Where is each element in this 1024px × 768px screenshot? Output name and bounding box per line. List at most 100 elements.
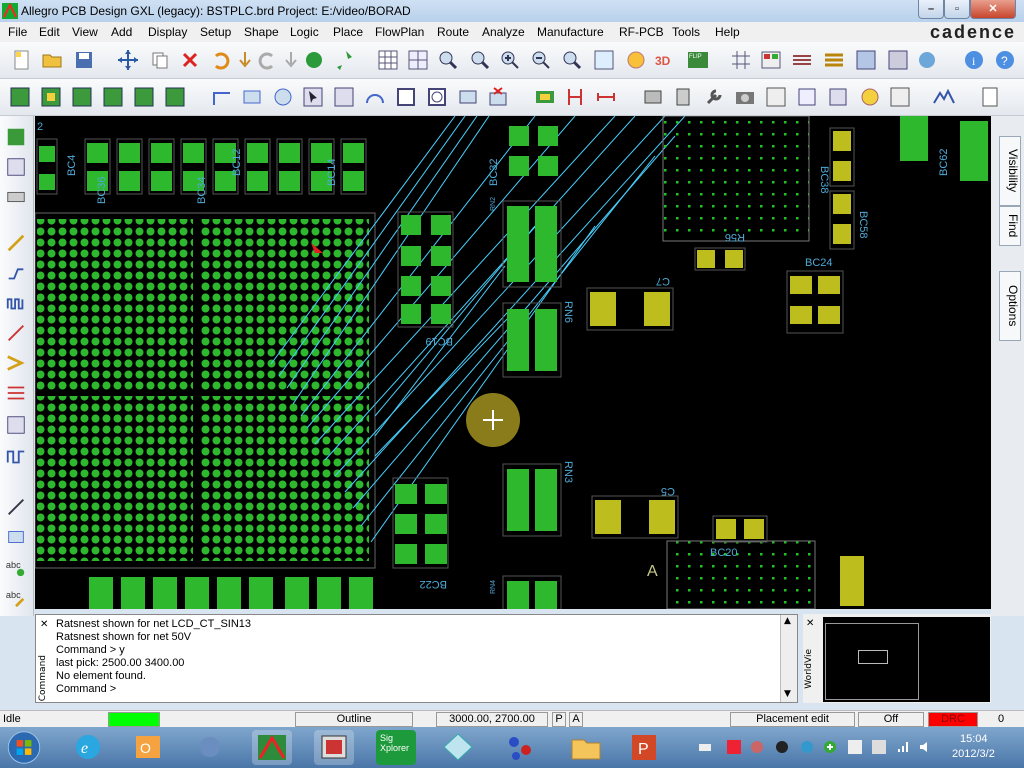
grid-snap-icon[interactable] (406, 48, 430, 72)
menu-view[interactable]: View (72, 25, 98, 39)
cm-icon[interactable] (854, 48, 878, 72)
menu-edit[interactable]: Edit (39, 25, 60, 39)
line-icon[interactable] (210, 85, 234, 109)
zoom-window-icon[interactable] (468, 48, 492, 72)
add-text-icon[interactable]: abc (5, 556, 27, 578)
menu-file[interactable]: File (8, 25, 27, 39)
arrow-down-gray-icon[interactable] (279, 48, 303, 72)
fanout-icon[interactable] (5, 126, 27, 148)
add-rect-icon[interactable] (5, 526, 27, 548)
menu-help[interactable]: Help (715, 25, 740, 39)
measure-icon[interactable] (594, 85, 618, 109)
filter-state[interactable]: Off (858, 712, 924, 727)
board-icon-2[interactable] (39, 85, 63, 109)
testpoint-icon[interactable] (858, 85, 882, 109)
add-line-icon[interactable] (5, 496, 27, 518)
allegro-taskbar-icon[interactable] (252, 730, 292, 765)
start-button[interactable] (4, 729, 44, 766)
command-console[interactable]: ✕ Command Ratsnest shown for net LCD_CT_… (35, 614, 798, 703)
menu-rf-pcb[interactable]: RF-PCB (619, 25, 664, 39)
edit-shape-icon[interactable] (456, 85, 480, 109)
viewer-icon[interactable] (438, 730, 478, 765)
custom-smooth-icon[interactable] (5, 322, 27, 344)
scroll-down-icon[interactable]: ▼ (784, 689, 791, 699)
edit-text-icon[interactable]: abc (5, 586, 27, 608)
menu-tools[interactable]: Tools (672, 25, 700, 39)
minimize-button[interactable]: – (918, 0, 944, 19)
console-scrollbar[interactable]: ▲ ▼ (780, 615, 797, 702)
delete-shape-icon[interactable] (486, 85, 510, 109)
menu-logic[interactable]: Logic (290, 25, 319, 39)
zoom-previous-icon[interactable] (560, 48, 584, 72)
pcb-board-view[interactable]: 2 BC4 BC36 BC34 BC12 BC14 BC32 BC38 BC58… (35, 116, 991, 609)
green-sphere-icon[interactable] (302, 48, 326, 72)
sigxplorer-icon[interactable]: Sig Xplorer (376, 730, 416, 765)
close-button[interactable]: ✕ (970, 0, 1016, 19)
menu-flowplan[interactable]: FlowPlan (375, 25, 424, 39)
pick-button[interactable]: P (552, 712, 566, 727)
package-icon[interactable] (641, 85, 665, 109)
new-file-icon[interactable] (10, 48, 34, 72)
design-canvas[interactable]: 2 BC4 BC36 BC34 BC12 BC14 BC32 BC38 BC58… (35, 116, 991, 609)
info-icon[interactable]: i (962, 48, 986, 72)
scroll-up-icon[interactable]: ▲ (784, 616, 791, 626)
flip-design-icon[interactable]: FLIP (686, 48, 710, 72)
shape-icon[interactable] (332, 85, 356, 109)
netviz-icon[interactable] (500, 730, 540, 765)
component-icon[interactable] (671, 85, 695, 109)
device-icon[interactable] (872, 740, 886, 754)
place-icon[interactable] (795, 85, 819, 109)
wrench-icon[interactable] (702, 85, 726, 109)
stack-icon[interactable] (822, 48, 846, 72)
ie-icon[interactable]: e (68, 730, 108, 765)
pin-icon[interactable] (331, 48, 355, 72)
undo-icon[interactable] (208, 48, 232, 72)
qq-icon[interactable] (775, 740, 789, 754)
board-icon-4[interactable] (101, 85, 125, 109)
unrats-icon[interactable] (5, 156, 27, 178)
menu-manufacture[interactable]: Manufacture (537, 25, 604, 39)
volume-icon[interactable] (918, 740, 932, 754)
menu-setup[interactable]: Setup (200, 25, 231, 39)
menu-route[interactable]: Route (437, 25, 469, 39)
select-icon[interactable] (301, 85, 325, 109)
maximize-button[interactable]: ▫ (944, 0, 970, 19)
worldview-map[interactable] (823, 617, 990, 702)
board-icon-3[interactable] (70, 85, 94, 109)
rectangle-icon[interactable] (240, 85, 264, 109)
arc-icon[interactable] (363, 85, 387, 109)
board-icon-1[interactable] (8, 85, 32, 109)
circle-icon[interactable] (271, 85, 295, 109)
3d-view-icon[interactable]: 3D (654, 48, 678, 72)
arrow-down-icon[interactable] (233, 48, 257, 72)
layers-icon[interactable] (790, 48, 814, 72)
camera-icon[interactable] (733, 85, 757, 109)
remote-icon[interactable] (190, 730, 230, 765)
swap-icon[interactable] (826, 85, 850, 109)
tray-app-icon[interactable] (750, 740, 764, 754)
tab-visibility[interactable]: Visibility (999, 136, 1021, 206)
redo-icon[interactable] (256, 48, 280, 72)
via-array-icon[interactable] (888, 85, 912, 109)
outlook-icon[interactable]: O (128, 730, 168, 765)
web-icon[interactable] (915, 48, 939, 72)
vertex-icon[interactable] (5, 352, 27, 374)
dimension-icon[interactable] (563, 85, 587, 109)
board-icon-5[interactable] (132, 85, 156, 109)
menu-shape[interactable]: Shape (244, 25, 279, 39)
s-icon[interactable] (727, 740, 741, 754)
network-icon[interactable] (896, 740, 910, 754)
move-icon[interactable] (116, 48, 140, 72)
via-icon[interactable] (5, 414, 27, 436)
dfa-icon[interactable] (886, 48, 910, 72)
void-rect-icon[interactable] (394, 85, 418, 109)
text-icon[interactable] (533, 85, 557, 109)
menu-add[interactable]: Add (111, 25, 132, 39)
copy-icon[interactable] (148, 48, 172, 72)
keyboard-icon[interactable] (698, 740, 712, 754)
close-icon[interactable]: ✕ (40, 619, 48, 630)
tab-find[interactable]: Find (999, 206, 1021, 246)
clock-date[interactable]: 2012/3/2 (952, 748, 995, 760)
void-circle-icon[interactable] (425, 85, 449, 109)
menu-place[interactable]: Place (333, 25, 363, 39)
